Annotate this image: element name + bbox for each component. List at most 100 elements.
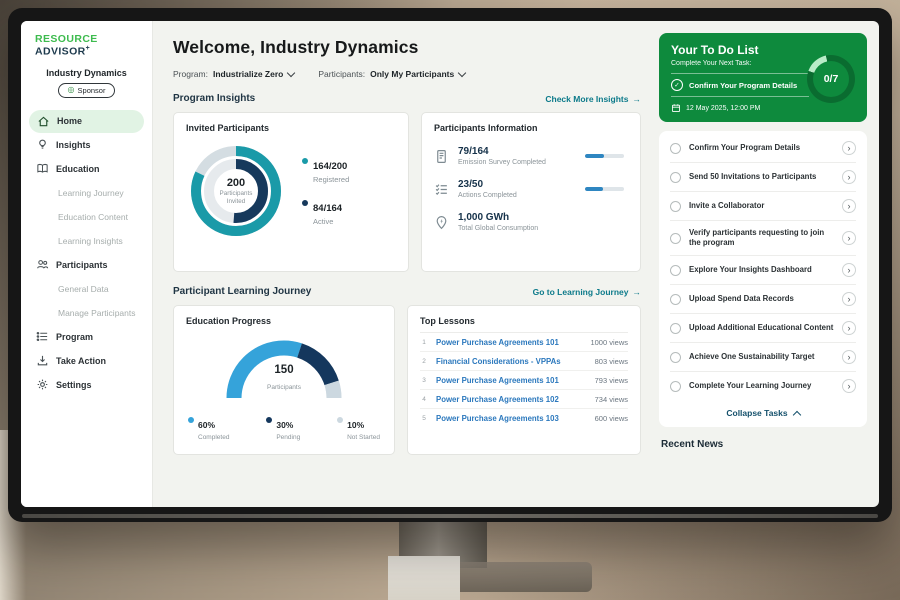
lesson-link[interactable]: Power Purchase Agreements 103 — [436, 414, 587, 423]
legend-not-started: 10% Not Started — [337, 415, 380, 441]
sidebar-item-program[interactable]: Program — [21, 325, 152, 349]
task-checkbox[interactable] — [670, 201, 681, 212]
task-checkbox[interactable] — [670, 172, 681, 183]
sidebar-item-participants[interactable]: Participants — [21, 253, 152, 277]
people-icon — [36, 258, 49, 271]
todo-progress-value: 0/7 — [824, 73, 839, 85]
chevron-right-icon[interactable]: › — [842, 231, 856, 245]
calendar-icon — [671, 103, 681, 113]
participants-filter-label: Participants: — [318, 69, 365, 79]
chevron-right-icon[interactable]: › — [842, 199, 856, 213]
sidebar-item-insights[interactable]: Insights — [21, 133, 152, 157]
actions-completed-progress — [585, 187, 624, 191]
task-row[interactable]: Send 50 Invitations to Participants › — [670, 163, 856, 192]
gauge-center-label: Participants — [267, 384, 301, 391]
arrow-right-icon: → — [633, 94, 642, 104]
sidebar-item-learning-insights[interactable]: Learning Insights — [21, 229, 152, 253]
todo-tasks-card: Confirm Your Program Details › Send 50 I… — [659, 131, 867, 427]
task-row[interactable]: Achieve One Sustainability Target › — [670, 343, 856, 372]
sidebar-nav: Home Insights Education Learning Journey… — [21, 110, 152, 397]
invited-donut-chart: 200 Participants Invited — [186, 141, 286, 241]
todo-summary-card: Your To Do List Complete Your Next Task:… — [659, 33, 867, 122]
task-row[interactable]: Explore Your Insights Dashboard › — [670, 256, 856, 285]
chevron-right-icon[interactable]: › — [842, 350, 856, 364]
pinfo-card-title: Participants Information — [434, 123, 628, 133]
energy-pin-icon — [434, 215, 449, 230]
participants-filter[interactable]: Participants: Only My Participants — [318, 69, 465, 79]
checklist-icon — [434, 182, 449, 197]
chevron-right-icon[interactable]: › — [842, 263, 856, 277]
chevron-right-icon[interactable]: › — [842, 321, 856, 335]
sidebar-item-home[interactable]: Home — [29, 110, 144, 133]
task-checkbox[interactable] — [670, 352, 681, 363]
chevron-right-icon[interactable]: › — [842, 141, 856, 155]
go-to-learning-journey-link[interactable]: Go to Learning Journey → — [533, 287, 641, 297]
page-title: Welcome, Industry Dynamics — [173, 37, 641, 58]
task-checkbox[interactable] — [670, 294, 681, 305]
gauge-center-value: 150 — [218, 364, 350, 376]
education-card-title: Education Progress — [186, 316, 382, 326]
sidebar-item-take-action[interactable]: Take Action — [21, 349, 152, 373]
logo-resource: RESOURCE — [35, 33, 98, 45]
sidebar-item-general-data[interactable]: General Data — [21, 277, 152, 301]
sponsor-icon: ◎ — [68, 86, 75, 94]
logo-advisor: ADVISOR — [35, 46, 86, 58]
task-checkbox[interactable] — [670, 323, 681, 334]
lesson-row: 1 Power Purchase Agreements 101 1000 vie… — [420, 333, 628, 352]
emission-survey-progress — [585, 154, 624, 158]
task-row[interactable]: Upload Spend Data Records › — [670, 285, 856, 314]
stat-global-consumption: 1,000 GWh Total Global Consumption — [434, 212, 628, 232]
download-icon — [36, 354, 49, 367]
check-icon: ✓ — [671, 79, 683, 91]
sidebar-item-learning-journey[interactable]: Learning Journey — [21, 181, 152, 205]
sidebar-item-education-content[interactable]: Education Content — [21, 205, 152, 229]
sidebar-item-education[interactable]: Education — [21, 157, 152, 181]
arrow-right-icon: → — [633, 287, 642, 297]
program-filter[interactable]: Program: Industrialize Zero — [173, 69, 294, 79]
chevron-right-icon[interactable]: › — [842, 292, 856, 306]
task-checkbox[interactable] — [670, 265, 681, 276]
task-checkbox[interactable] — [670, 381, 681, 392]
participants-information-card: Participants Information 79/164 Emission… — [421, 112, 641, 272]
task-checkbox[interactable] — [670, 233, 681, 244]
chevron-right-icon[interactable]: › — [842, 170, 856, 184]
task-row[interactable]: Upload Additional Educational Content › — [670, 314, 856, 343]
caret-down-icon — [458, 68, 466, 76]
gear-icon — [36, 378, 49, 391]
program-filter-value: Industrialize Zero — [213, 69, 283, 79]
invited-participants-card: Invited Participants 200 Participants In… — [173, 112, 409, 272]
learning-journey-title: Participant Learning Journey — [173, 286, 311, 297]
stat-emission-survey: 79/164 Emission Survey Completed — [434, 146, 628, 166]
registered-dot — [302, 158, 308, 164]
lesson-link[interactable]: Power Purchase Agreements 101 — [436, 376, 587, 385]
todo-due-date: 12 May 2025, 12:00 PM — [671, 103, 855, 113]
lesson-link[interactable]: Financial Considerations - VPPAs — [436, 357, 587, 366]
task-row[interactable]: Invite a Collaborator › — [670, 192, 856, 221]
monitor-frame: RESOURCE ADVISOR+ Industry Dynamics ◎ Sp… — [8, 8, 892, 522]
check-more-insights-link[interactable]: Check More Insights → — [545, 94, 641, 104]
sponsor-badge: ◎ Sponsor — [58, 83, 116, 98]
task-row[interactable]: Complete Your Learning Journey › — [670, 372, 856, 400]
lesson-link[interactable]: Power Purchase Agreements 102 — [436, 395, 587, 404]
stat-actions-completed: 23/50 Actions Completed — [434, 179, 628, 199]
recent-news-title: Recent News — [659, 439, 867, 450]
education-progress-card: Education Progress 150 Participants — [173, 305, 395, 455]
lesson-link[interactable]: Power Purchase Agreements 101 — [436, 338, 582, 347]
caret-down-icon — [287, 68, 295, 76]
todo-next-task[interactable]: ✓ Confirm Your Program Details — [671, 73, 809, 97]
todo-panel: Your To Do List Complete Your Next Task:… — [655, 21, 879, 507]
sidebar-item-manage-participants[interactable]: Manage Participants — [21, 301, 152, 325]
todo-progress-ring: 0/7 — [807, 55, 855, 103]
lesson-row: 3 Power Purchase Agreements 101 793 view… — [420, 371, 628, 390]
dashboard-screen: RESOURCE ADVISOR+ Industry Dynamics ◎ Sp… — [21, 21, 879, 507]
collapse-tasks-button[interactable]: Collapse Tasks — [670, 400, 856, 425]
lesson-row: 2 Financial Considerations - VPPAs 803 v… — [420, 352, 628, 371]
list-icon — [36, 330, 49, 343]
task-row[interactable]: Verify participants requesting to join t… — [670, 221, 856, 256]
donut-center-label: Participants Invited — [214, 190, 258, 206]
task-row[interactable]: Confirm Your Program Details › — [670, 134, 856, 163]
sidebar-item-settings[interactable]: Settings — [21, 373, 152, 397]
chevron-right-icon[interactable]: › — [842, 379, 856, 393]
task-checkbox[interactable] — [670, 143, 681, 154]
main-content: Welcome, Industry Dynamics Program: Indu… — [153, 21, 655, 507]
